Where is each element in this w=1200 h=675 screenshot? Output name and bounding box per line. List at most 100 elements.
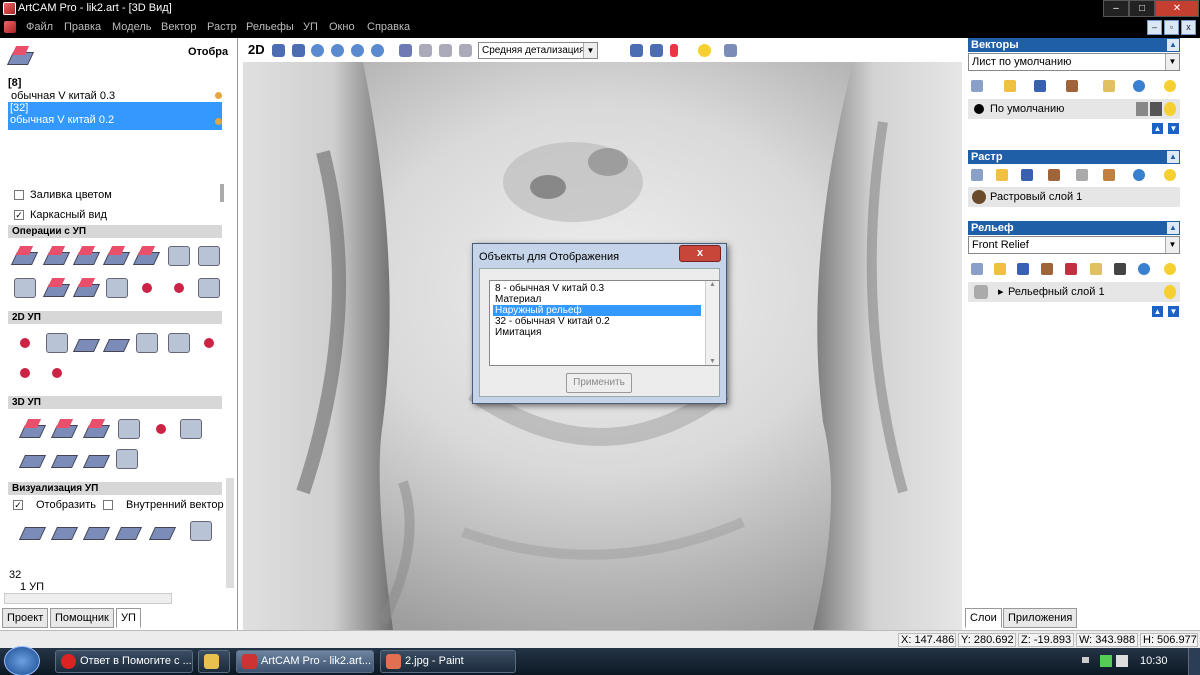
zoom-in-icon[interactable]	[309, 42, 326, 59]
toolpath-merge-icon[interactable]	[42, 275, 71, 301]
toolpath-transform-icon[interactable]	[104, 275, 130, 301]
visibility-bulb-icon[interactable]	[1164, 102, 1176, 116]
vector-layer-row[interactable]: По умолчанию	[968, 99, 1180, 119]
collapse-icon[interactable]: ▲	[1167, 222, 1179, 234]
chevron-down-icon[interactable]: ▼	[1165, 54, 1179, 70]
relief-image-icon[interactable]	[1111, 260, 1129, 278]
color-fill-checkbox[interactable]	[14, 190, 24, 200]
toolpath-pattern-icon[interactable]	[166, 275, 192, 301]
toolpath-template-icon[interactable]	[196, 275, 222, 301]
mdi-restore-button[interactable]: ▫	[1164, 20, 1179, 35]
detail-level-select[interactable]: Средняя детализация ▼	[478, 42, 598, 59]
taskbar-opera[interactable]: Ответ в Помогите с ...	[55, 650, 193, 673]
simulate-fast-icon[interactable]	[50, 518, 79, 544]
save-icon[interactable]	[1031, 77, 1049, 95]
list-item-selected[interactable]: Наружный рельеф	[493, 305, 701, 316]
lock-icon[interactable]	[1136, 102, 1148, 116]
axes-icon[interactable]	[668, 42, 685, 59]
toolpath-stock-icon[interactable]	[12, 275, 38, 301]
layer-props-icon[interactable]	[1087, 260, 1105, 278]
menu-edit[interactable]: Правка	[64, 21, 101, 33]
relief-layer-row[interactable]: ▸ Рельефный слой 1	[968, 282, 1180, 302]
list-scrollbar[interactable]	[220, 184, 224, 202]
bottom-toolpath-item[interactable]: 1 УП	[20, 581, 44, 593]
new-raster-icon[interactable]	[968, 166, 986, 184]
z-level-roughing-icon[interactable]	[50, 416, 79, 442]
chevron-down-icon[interactable]: ▼	[583, 43, 597, 58]
simulate-icon[interactable]	[18, 518, 47, 544]
chevron-down-icon[interactable]: ▼	[1165, 237, 1179, 253]
new-sheet-icon[interactable]	[968, 77, 986, 95]
light-bulb-icon[interactable]	[1161, 166, 1179, 184]
network-icon[interactable]	[1100, 655, 1112, 667]
pan-icon[interactable]	[290, 42, 307, 59]
list-item[interactable]: Материал	[493, 294, 701, 305]
pencil-machining-icon[interactable]	[18, 446, 47, 472]
toolpath-array-icon[interactable]	[134, 275, 160, 301]
create-toolpath-icon[interactable]	[10, 243, 39, 269]
raster-header[interactable]: Растр ▲	[968, 150, 1180, 164]
inlay-icon[interactable]	[166, 330, 192, 356]
toolpath-display-icon[interactable]	[722, 42, 739, 59]
machine-relief-icon[interactable]	[18, 416, 47, 442]
delete-icon[interactable]	[1135, 260, 1153, 278]
relief-header[interactable]: Рельеф ▲	[968, 221, 1180, 235]
open-folder-icon[interactable]	[993, 166, 1011, 184]
dialog-close-button[interactable]: x	[679, 245, 721, 262]
save-icon[interactable]	[1018, 166, 1036, 184]
layer-props-icon[interactable]	[1100, 166, 1118, 184]
show-hidden-icons-icon[interactable]	[1082, 657, 1089, 663]
simulate-block-icon[interactable]	[82, 518, 111, 544]
collapse-icon[interactable]: ▲	[1167, 151, 1179, 163]
pen-icon[interactable]	[1150, 102, 1162, 116]
wireframe-icon[interactable]	[648, 42, 665, 59]
move-down-icon[interactable]: ▼	[1168, 306, 1179, 317]
zoom-fit-icon[interactable]	[369, 42, 386, 59]
rest-machining-icon[interactable]	[116, 416, 142, 442]
toolpath-settings-icon[interactable]	[102, 243, 131, 269]
toolpath-split-icon[interactable]	[72, 275, 101, 301]
menu-file[interactable]: Файл	[26, 21, 53, 33]
open-folder-icon[interactable]	[991, 260, 1009, 278]
scroll-up-icon[interactable]: ▲	[706, 281, 719, 288]
search-icon[interactable]	[178, 416, 204, 442]
list-scrollbar[interactable]: ▲ ▼	[705, 281, 719, 365]
relief-select[interactable]: Front Relief ▼	[968, 236, 1180, 254]
move-down-icon[interactable]: ▼	[1168, 123, 1179, 134]
section-3d-toolpaths[interactable]: 3D УП	[8, 396, 222, 409]
scroll-down-icon[interactable]: ▼	[706, 358, 719, 365]
horizontal-scrollbar[interactable]	[4, 593, 172, 604]
save-simulation-icon[interactable]	[188, 518, 214, 544]
vector-sheet-select[interactable]: Лист по умолчанию ▼	[968, 53, 1180, 71]
relief-combine-icon[interactable]	[1062, 260, 1080, 278]
front-view-icon[interactable]	[417, 42, 434, 59]
side-view-icon[interactable]	[437, 42, 454, 59]
profile-icon[interactable]	[12, 330, 38, 356]
feature-machining-icon[interactable]	[12, 360, 38, 386]
menu-toolpaths[interactable]: УП	[303, 21, 318, 33]
document-icon[interactable]	[4, 21, 16, 33]
toolpath-sheet-icon[interactable]	[166, 243, 192, 269]
show-checkbox[interactable]: ✓	[13, 500, 23, 510]
list-item[interactable]: 8 - обычная V китай 0.3	[493, 283, 701, 294]
2d-view-button[interactable]: 2D	[248, 42, 265, 57]
drilling-icon[interactable]	[72, 330, 101, 356]
mdi-minimize-button[interactable]: –	[1147, 20, 1162, 35]
visibility-bulb-icon[interactable]	[1164, 285, 1176, 299]
simulation-block-icon[interactable]	[114, 518, 143, 544]
finishing-icon[interactable]	[50, 446, 79, 472]
taskbar-artcam[interactable]: ArtCAM Pro - lik2.art...	[236, 650, 374, 673]
import-icon[interactable]	[1045, 166, 1063, 184]
raster-layer-row[interactable]: Растровый слой 1	[968, 187, 1180, 207]
tab-layers[interactable]: Слои	[965, 608, 1002, 628]
volume-icon[interactable]	[1116, 655, 1128, 667]
menu-help[interactable]: Справка	[367, 21, 410, 33]
menu-model[interactable]: Модель	[112, 21, 151, 33]
toolpath-info-icon[interactable]	[42, 243, 71, 269]
raster-finishing-icon[interactable]	[82, 446, 111, 472]
vertical-scrollbar[interactable]	[226, 478, 234, 588]
windows-start-icon[interactable]	[4, 646, 40, 675]
section-toolpath-visualization[interactable]: Визуализация УП	[8, 482, 222, 495]
list-item[interactable]: 32 - обычная V китай 0.2	[493, 316, 701, 327]
iso-view-icon[interactable]	[397, 42, 414, 59]
